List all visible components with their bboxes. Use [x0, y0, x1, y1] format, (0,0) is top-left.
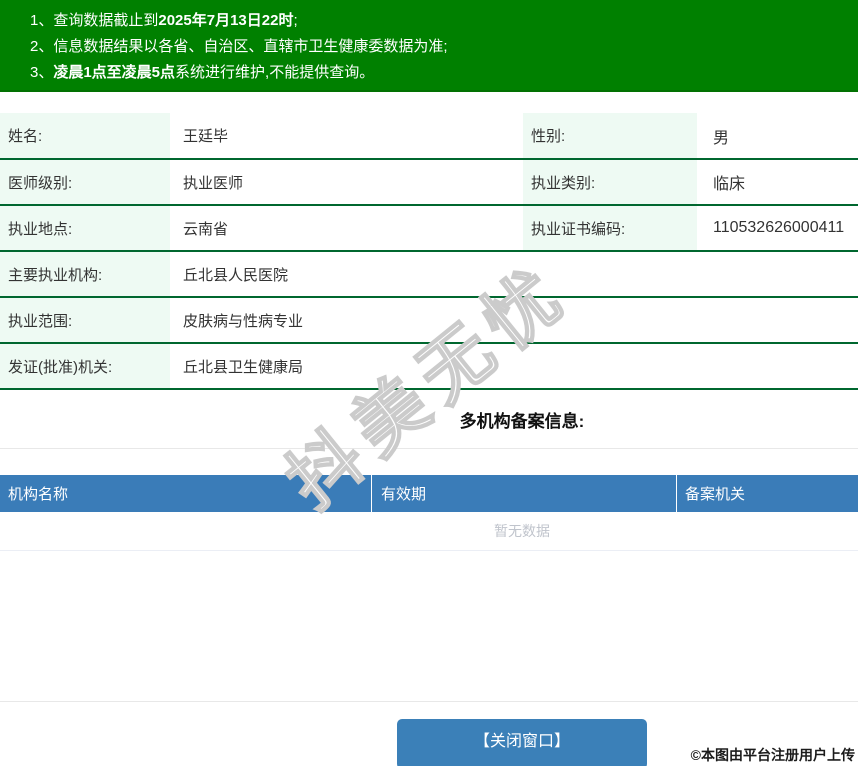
- table-row: 执业地点: 云南省 执业证书编码: 110532626000411: [0, 205, 858, 252]
- notice-text-bold: 凌晨1点至凌晨5点: [53, 64, 176, 81]
- notice-text-bold: 2025年7月13日22时: [158, 12, 294, 29]
- field-label-main-institution: 主要执业机构:: [0, 251, 170, 298]
- field-value-practice-location: 云南省: [170, 205, 523, 252]
- field-label-gender: 性别:: [523, 113, 697, 160]
- field-label-doctor-level: 医师级别:: [0, 159, 170, 206]
- field-value-name: 王廷毕: [170, 113, 523, 160]
- notice-text: 查询数据截止到: [53, 12, 159, 29]
- multi-institution-filing-title: 多机构备案信息:: [0, 390, 858, 449]
- notice-line-1: 1、查询数据截止到2025年7月13日22时;: [30, 8, 858, 34]
- table-row: 姓名: 王廷毕 性别: 男: [0, 113, 858, 160]
- empty-data-row: 暂无数据: [0, 512, 858, 551]
- close-window-button[interactable]: 【关闭窗口】: [397, 719, 647, 766]
- column-header-filing-authority: 备案机关: [685, 486, 746, 503]
- field-label-issuing-authority: 发证(批准)机关:: [0, 343, 170, 390]
- notice-banner: 1、查询数据截止到2025年7月13日22时; 2、信息数据结果以各省、自治区、…: [0, 0, 858, 92]
- field-value-gender: 男: [697, 113, 858, 160]
- column-header-institution-name: 机构名称: [0, 475, 372, 512]
- notice-text: 信息数据结果以各省、自治区、直辖市卫生健康委数据为准;: [53, 38, 448, 55]
- field-value-certificate-number: 110532626000411: [697, 205, 858, 252]
- column-header-validity-period: 有效期: [372, 475, 677, 512]
- field-value-doctor-level: 执业医师: [170, 159, 523, 206]
- filing-table-header: 机构名称 有效期 备案机关: [0, 475, 858, 512]
- field-value-practice-category: 临床: [697, 159, 858, 206]
- notice-line-number: 3、: [30, 64, 54, 81]
- field-label-name: 姓名:: [0, 113, 170, 160]
- notice-text: ;: [293, 12, 298, 29]
- table-row: 医师级别: 执业医师 执业类别: 临床: [0, 159, 858, 206]
- notice-line-number: 2、: [30, 38, 54, 55]
- page-sheet: 1、查询数据截止到2025年7月13日22时; 2、信息数据结果以各省、自治区、…: [0, 0, 858, 766]
- field-value-issuing-authority: 丘北县卫生健康局: [170, 343, 858, 390]
- notice-line-number: 1、: [30, 12, 54, 29]
- field-value-practice-scope: 皮肤病与性病专业: [170, 297, 858, 344]
- field-label-practice-location: 执业地点:: [0, 205, 170, 252]
- table-row: 主要执业机构: 丘北县人民医院: [0, 251, 858, 298]
- field-value-main-institution: 丘北县人民医院: [170, 251, 858, 298]
- practitioner-info-table: 姓名: 王廷毕 性别: 男 医师级别: 执业医师 执业类别: 临床 执业地点: …: [0, 113, 858, 390]
- field-label-practice-scope: 执业范围:: [0, 297, 170, 344]
- field-label-practice-category: 执业类别:: [523, 159, 697, 206]
- table-row: 发证(批准)机关: 丘北县卫生健康局: [0, 343, 858, 390]
- footer-divider: [0, 701, 858, 702]
- field-label-certificate-number: 执业证书编码:: [523, 205, 697, 252]
- notice-text: 系统进行维护,不能提供查询。: [175, 64, 375, 81]
- notice-line-3: 3、凌晨1点至凌晨5点系统进行维护,不能提供查询。: [30, 60, 858, 86]
- notice-line-2: 2、信息数据结果以各省、自治区、直辖市卫生健康委数据为准;: [30, 34, 858, 60]
- table-row: 执业范围: 皮肤病与性病专业: [0, 297, 858, 344]
- copyright-stamp: ©本图由平台注册用户上传: [690, 747, 855, 763]
